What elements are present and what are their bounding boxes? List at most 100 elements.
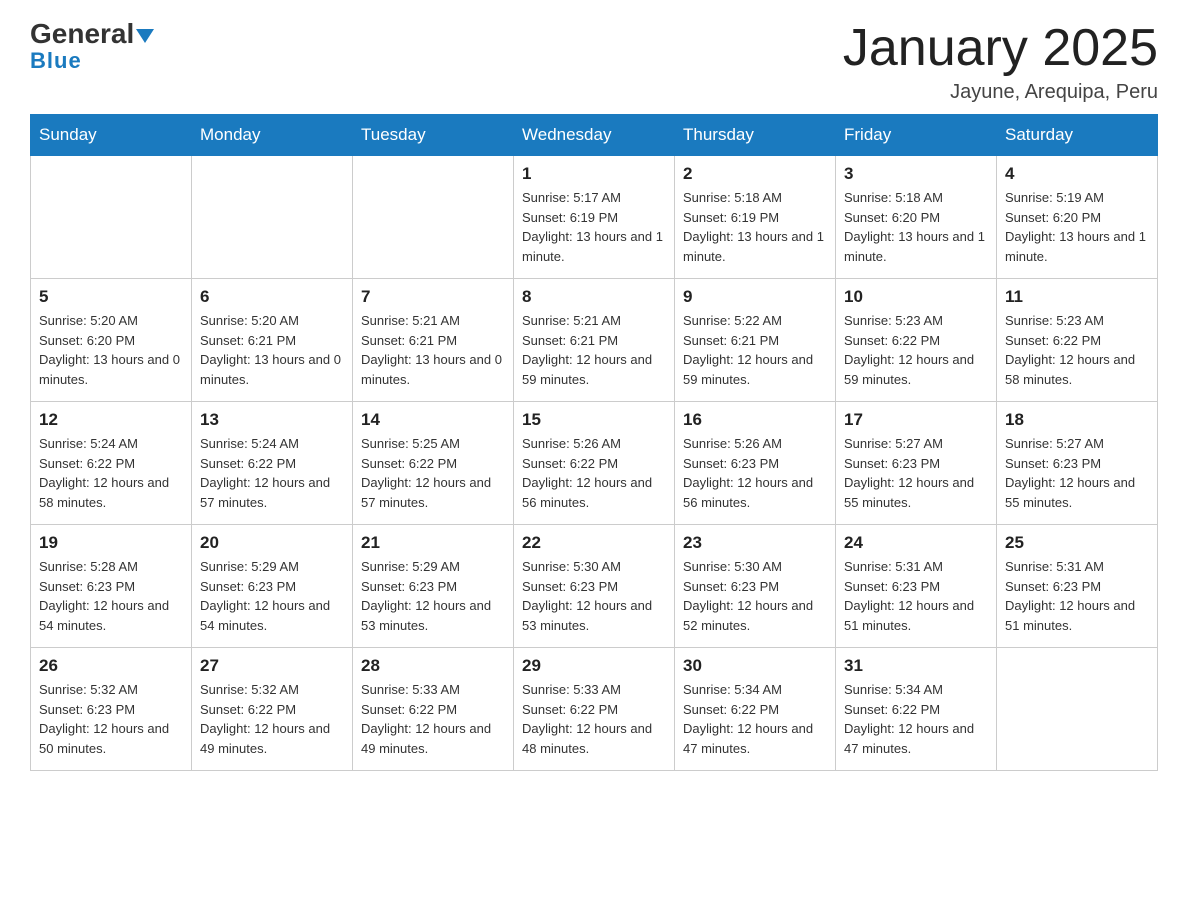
day-number: 31 (844, 656, 988, 676)
day-number: 29 (522, 656, 666, 676)
logo-main-text: General (30, 20, 154, 48)
day-info: Sunrise: 5:26 AM Sunset: 6:22 PM Dayligh… (522, 434, 666, 512)
day-number: 13 (200, 410, 344, 430)
day-number: 12 (39, 410, 183, 430)
calendar-cell: 18 Sunrise: 5:27 AM Sunset: 6:23 PM Dayli… (997, 402, 1158, 525)
calendar-header-thursday: Thursday (675, 115, 836, 156)
day-number: 21 (361, 533, 505, 553)
day-info: Sunrise: 5:28 AM Sunset: 6:23 PM Dayligh… (39, 557, 183, 635)
day-info: Sunrise: 5:31 AM Sunset: 6:23 PM Dayligh… (1005, 557, 1149, 635)
day-number: 8 (522, 287, 666, 307)
day-number: 10 (844, 287, 988, 307)
day-info: Sunrise: 5:18 AM Sunset: 6:20 PM Dayligh… (844, 188, 988, 266)
calendar-header-saturday: Saturday (997, 115, 1158, 156)
day-info: Sunrise: 5:23 AM Sunset: 6:22 PM Dayligh… (844, 311, 988, 389)
day-info: Sunrise: 5:25 AM Sunset: 6:22 PM Dayligh… (361, 434, 505, 512)
calendar-cell: 17Sunrise: 5:27 AM Sunset: 6:23 PM Dayli… (836, 402, 997, 525)
calendar-cell: 28 Sunrise: 5:33 AM Sunset: 6:22 PM Dayli… (353, 648, 514, 771)
day-info: Sunrise: 5:22 AM Sunset: 6:21 PM Dayligh… (683, 311, 827, 389)
day-info: Sunrise: 5:21 AM Sunset: 6:21 PM Dayligh… (522, 311, 666, 389)
day-info: Sunrise: 5:18 AM Sunset: 6:19 PM Dayligh… (683, 188, 827, 266)
calendar-cell: 4Sunrise: 5:19 AM Sunset: 6:20 PM Daylig… (997, 156, 1158, 279)
day-number: 23 (683, 533, 827, 553)
calendar-cell: 5 Sunrise: 5:20 AM Sunset: 6:20 PM Daylig… (31, 279, 192, 402)
day-number: 19 (39, 533, 183, 553)
calendar-cell: 20 Sunrise: 5:29 AM Sunset: 6:23 PM Dayli… (192, 525, 353, 648)
day-info: Sunrise: 5:29 AM Sunset: 6:23 PM Dayligh… (200, 557, 344, 635)
calendar-week-row: 19 Sunrise: 5:28 AM Sunset: 6:23 PM Dayli… (31, 525, 1158, 648)
day-number: 20 (200, 533, 344, 553)
calendar-cell: 14 Sunrise: 5:25 AM Sunset: 6:22 PM Dayli… (353, 402, 514, 525)
day-number: 22 (522, 533, 666, 553)
day-number: 28 (361, 656, 505, 676)
day-number: 3 (844, 164, 988, 184)
calendar-header-monday: Monday (192, 115, 353, 156)
location-text: Jayune, Arequipa, Peru (843, 81, 1158, 104)
calendar-cell: 11 Sunrise: 5:23 AM Sunset: 6:22 PM Dayli… (997, 279, 1158, 402)
title-block: January 2025 Jayune, Arequipa, Peru (843, 20, 1158, 104)
day-info: Sunrise: 5:33 AM Sunset: 6:22 PM Dayligh… (361, 680, 505, 758)
calendar-cell: 29 Sunrise: 5:33 AM Sunset: 6:22 PM Dayli… (514, 648, 675, 771)
day-info: Sunrise: 5:20 AM Sunset: 6:20 PM Dayligh… (39, 311, 183, 389)
day-number: 16 (683, 410, 827, 430)
calendar-header-row: SundayMondayTuesdayWednesdayThursdayFrid… (31, 115, 1158, 156)
month-title: January 2025 (843, 20, 1158, 77)
calendar-cell: 22 Sunrise: 5:30 AM Sunset: 6:23 PM Dayli… (514, 525, 675, 648)
calendar-cell: 26Sunrise: 5:32 AM Sunset: 6:23 PM Dayli… (31, 648, 192, 771)
calendar-cell: 13 Sunrise: 5:24 AM Sunset: 6:22 PM Dayli… (192, 402, 353, 525)
calendar-cell: 8 Sunrise: 5:21 AM Sunset: 6:21 PM Daylig… (514, 279, 675, 402)
calendar-cell (31, 156, 192, 279)
calendar-cell: 19 Sunrise: 5:28 AM Sunset: 6:23 PM Dayli… (31, 525, 192, 648)
day-info: Sunrise: 5:31 AM Sunset: 6:23 PM Dayligh… (844, 557, 988, 635)
page-header: General Blue January 2025 Jayune, Arequi… (30, 20, 1158, 104)
day-info: Sunrise: 5:24 AM Sunset: 6:22 PM Dayligh… (39, 434, 183, 512)
day-info: Sunrise: 5:20 AM Sunset: 6:21 PM Dayligh… (200, 311, 344, 389)
day-number: 15 (522, 410, 666, 430)
day-info: Sunrise: 5:23 AM Sunset: 6:22 PM Dayligh… (1005, 311, 1149, 389)
calendar-header-tuesday: Tuesday (353, 115, 514, 156)
calendar-header-sunday: Sunday (31, 115, 192, 156)
day-info: Sunrise: 5:33 AM Sunset: 6:22 PM Dayligh… (522, 680, 666, 758)
day-number: 5 (39, 287, 183, 307)
day-number: 24 (844, 533, 988, 553)
calendar-header-friday: Friday (836, 115, 997, 156)
calendar-cell: 7Sunrise: 5:21 AM Sunset: 6:21 PM Daylig… (353, 279, 514, 402)
calendar-cell: 21Sunrise: 5:29 AM Sunset: 6:23 PM Dayli… (353, 525, 514, 648)
calendar-cell: 6 Sunrise: 5:20 AM Sunset: 6:21 PM Daylig… (192, 279, 353, 402)
calendar-cell: 1Sunrise: 5:17 AM Sunset: 6:19 PM Daylig… (514, 156, 675, 279)
calendar-cell: 16 Sunrise: 5:26 AM Sunset: 6:23 PM Dayli… (675, 402, 836, 525)
day-number: 6 (200, 287, 344, 307)
calendar-week-row: 12 Sunrise: 5:24 AM Sunset: 6:22 PM Dayli… (31, 402, 1158, 525)
day-number: 9 (683, 287, 827, 307)
calendar-cell: 23Sunrise: 5:30 AM Sunset: 6:23 PM Dayli… (675, 525, 836, 648)
calendar-cell: 10 Sunrise: 5:23 AM Sunset: 6:22 PM Dayli… (836, 279, 997, 402)
calendar-cell: 24 Sunrise: 5:31 AM Sunset: 6:23 PM Dayli… (836, 525, 997, 648)
day-number: 30 (683, 656, 827, 676)
day-number: 26 (39, 656, 183, 676)
day-info: Sunrise: 5:27 AM Sunset: 6:23 PM Dayligh… (844, 434, 988, 512)
day-number: 11 (1005, 287, 1149, 307)
day-number: 18 (1005, 410, 1149, 430)
day-number: 25 (1005, 533, 1149, 553)
calendar-week-row: 1Sunrise: 5:17 AM Sunset: 6:19 PM Daylig… (31, 156, 1158, 279)
calendar-cell (997, 648, 1158, 771)
calendar-cell: 27Sunrise: 5:32 AM Sunset: 6:22 PM Dayli… (192, 648, 353, 771)
calendar-cell: 3 Sunrise: 5:18 AM Sunset: 6:20 PM Daylig… (836, 156, 997, 279)
day-info: Sunrise: 5:26 AM Sunset: 6:23 PM Dayligh… (683, 434, 827, 512)
day-info: Sunrise: 5:27 AM Sunset: 6:23 PM Dayligh… (1005, 434, 1149, 512)
logo-triangle-icon (136, 29, 154, 43)
day-number: 14 (361, 410, 505, 430)
calendar-week-row: 5 Sunrise: 5:20 AM Sunset: 6:20 PM Daylig… (31, 279, 1158, 402)
day-info: Sunrise: 5:30 AM Sunset: 6:23 PM Dayligh… (522, 557, 666, 635)
day-number: 4 (1005, 164, 1149, 184)
calendar-cell: 30Sunrise: 5:34 AM Sunset: 6:22 PM Dayli… (675, 648, 836, 771)
calendar-cell: 15 Sunrise: 5:26 AM Sunset: 6:22 PM Dayli… (514, 402, 675, 525)
calendar-cell: 25 Sunrise: 5:31 AM Sunset: 6:23 PM Dayli… (997, 525, 1158, 648)
day-info: Sunrise: 5:32 AM Sunset: 6:22 PM Dayligh… (200, 680, 344, 758)
day-info: Sunrise: 5:24 AM Sunset: 6:22 PM Dayligh… (200, 434, 344, 512)
calendar-cell: 12 Sunrise: 5:24 AM Sunset: 6:22 PM Dayli… (31, 402, 192, 525)
calendar-header-wednesday: Wednesday (514, 115, 675, 156)
logo-blue-text: Blue (30, 48, 82, 74)
day-number: 7 (361, 287, 505, 307)
logo-general: General (30, 18, 134, 49)
